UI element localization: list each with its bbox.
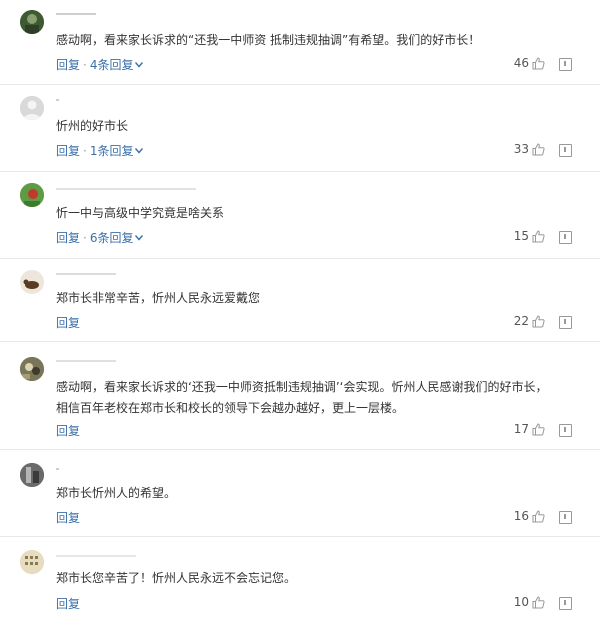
- thumbs-up-icon: [532, 595, 545, 608]
- comment-actions: 回复 · 4条回复: [56, 56, 144, 73]
- reply-button[interactable]: 回复: [56, 316, 80, 330]
- comment-item: 郑市长非常辛苦，忻州人民永远爱戴您 回复 22: [0, 258, 600, 342]
- avatar[interactable]: [20, 550, 44, 574]
- chevron-down-icon: [135, 147, 144, 154]
- thumbs-up-icon: [532, 422, 545, 435]
- reply-button[interactable]: 回复: [56, 144, 80, 158]
- comment-actions: 回复: [56, 509, 80, 526]
- report-icon[interactable]: [559, 231, 572, 244]
- username-redacted: [56, 12, 96, 16]
- like-count: 17: [513, 422, 529, 436]
- report-icon[interactable]: [559, 597, 572, 610]
- reply-button[interactable]: 回复: [56, 231, 80, 245]
- like-count: 22: [513, 314, 529, 328]
- like-button[interactable]: 46: [514, 56, 545, 70]
- view-replies-button[interactable]: 6条回复: [90, 231, 144, 245]
- chevron-down-icon: [135, 234, 144, 241]
- like-button[interactable]: 16: [514, 509, 545, 523]
- like-count: 15: [513, 229, 529, 243]
- thumbs-up-icon: [532, 229, 545, 242]
- view-replies-button[interactable]: 4条回复: [90, 58, 144, 72]
- comment-text: 郑市长非常辛苦，忻州人民永远爱戴您: [56, 291, 261, 305]
- like-count: 10: [513, 595, 529, 609]
- username-redacted: [56, 187, 196, 191]
- comment-actions: 回复: [56, 314, 80, 331]
- like-button[interactable]: 22: [514, 314, 545, 328]
- reply-button[interactable]: 回复: [56, 424, 80, 438]
- comment-item: 郑市长您辛苦了！忻州人民永远不会忘记您。 回复 10: [0, 536, 600, 624]
- avatar[interactable]: [20, 183, 44, 207]
- like-count: 16: [513, 509, 529, 523]
- like-button[interactable]: 15: [514, 229, 545, 243]
- avatar[interactable]: [20, 270, 44, 294]
- username-redacted: [56, 359, 116, 363]
- like-button[interactable]: 17: [514, 422, 545, 436]
- username-redacted: [56, 98, 96, 102]
- comment-text: 感动啊，看来家长诉求的‘还我一中师资抵制违规抽调’‘会实现。忻州人民感谢我们的好…: [56, 380, 548, 415]
- comment-item: 郑市长忻州人的希望。 回复 16: [0, 449, 600, 537]
- report-icon[interactable]: [559, 144, 572, 157]
- comment-item: 感动啊，看来家长诉求的“还我一中师资 抵制违规抽调”有希望。我们的好市长！ 回复…: [0, 0, 600, 85]
- reply-button[interactable]: 回复: [56, 58, 80, 72]
- like-button[interactable]: 10: [514, 595, 545, 609]
- username-redacted: [56, 554, 136, 558]
- comment-text: 忻州的好市长: [56, 119, 129, 133]
- like-count: 46: [513, 56, 529, 70]
- report-icon[interactable]: [559, 511, 572, 524]
- comment-text: 感动啊，看来家长诉求的“还我一中师资 抵制违规抽调”有希望。我们的好市长！: [56, 33, 481, 47]
- like-count: 33: [513, 142, 529, 156]
- comment-item: 忻州的好市长 回复 · 1条回复 33: [0, 84, 600, 172]
- comment-item: 忻一中与高级中学究竟是啥关系 回复 · 6条回复 15: [0, 171, 600, 259]
- comment-item: 感动啊，看来家长诉求的‘还我一中师资抵制违规抽调’‘会实现。忻州人民感谢我们的好…: [0, 341, 600, 450]
- avatar[interactable]: [20, 463, 44, 487]
- report-icon[interactable]: [559, 58, 572, 71]
- like-button[interactable]: 33: [514, 142, 545, 156]
- report-icon[interactable]: [559, 424, 572, 437]
- username-redacted: [56, 272, 116, 276]
- view-replies-button[interactable]: 1条回复: [90, 144, 144, 158]
- avatar[interactable]: [20, 10, 44, 34]
- thumbs-up-icon: [532, 314, 545, 327]
- thumbs-up-icon: [532, 509, 545, 522]
- report-icon[interactable]: [559, 316, 572, 329]
- thumbs-up-icon: [532, 142, 545, 155]
- thumbs-up-icon: [532, 56, 545, 69]
- comment-text: 郑市长您辛苦了！忻州人民永远不会忘记您。: [56, 571, 297, 585]
- avatar[interactable]: [20, 357, 44, 381]
- comment-text: 忻一中与高级中学究竟是啥关系: [56, 206, 225, 220]
- reply-button[interactable]: 回复: [56, 597, 80, 611]
- comment-actions: 回复 · 6条回复: [56, 229, 144, 246]
- avatar[interactable]: [20, 96, 44, 120]
- comment-actions: 回复 · 1条回复: [56, 142, 144, 159]
- reply-button[interactable]: 回复: [56, 511, 80, 525]
- comment-actions: 回复: [56, 595, 80, 612]
- comment-text: 郑市长忻州人的希望。: [56, 486, 177, 500]
- chevron-down-icon: [135, 61, 144, 68]
- comment-actions: 回复: [56, 422, 80, 439]
- username-redacted: [56, 467, 96, 471]
